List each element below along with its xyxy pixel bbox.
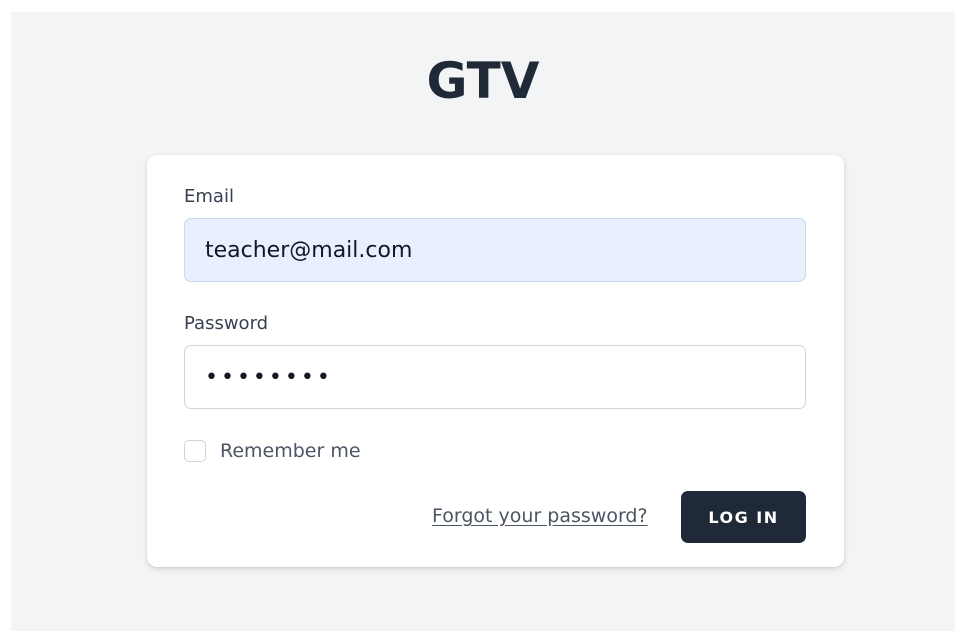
email-input[interactable] bbox=[184, 218, 806, 282]
remember-me-checkbox[interactable] bbox=[184, 440, 206, 462]
remember-me-label: Remember me bbox=[220, 439, 361, 462]
password-input[interactable] bbox=[184, 345, 806, 409]
login-page: GTV Email Password Remember me Forgot yo… bbox=[11, 12, 955, 631]
login-card: Email Password Remember me Forgot your p… bbox=[147, 155, 844, 567]
app-logo: GTV bbox=[426, 52, 540, 110]
email-label: Email bbox=[184, 186, 234, 207]
forgot-password-link[interactable]: Forgot your password? bbox=[432, 507, 648, 526]
password-label: Password bbox=[184, 313, 269, 334]
remember-me-row[interactable]: Remember me bbox=[184, 438, 361, 464]
login-button[interactable]: LOG IN bbox=[681, 491, 806, 543]
